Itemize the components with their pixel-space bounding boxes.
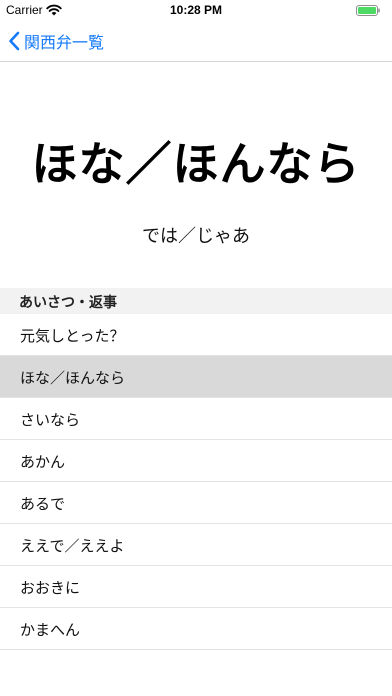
chevron-left-icon (9, 31, 20, 51)
list-item-label: あるで (20, 495, 66, 513)
list-item-label: かまへん (20, 621, 81, 639)
status-bar: Carrier 10:28 PM (0, 0, 392, 22)
list-item[interactable]: さいなら (0, 398, 392, 440)
list-item[interactable]: 元気しとった？ (0, 314, 392, 356)
list-item-label: ほな／ほんなら (20, 369, 126, 387)
phrase-meaning: では／じゃあ (142, 226, 250, 247)
list-item[interactable]: あるで (0, 482, 392, 524)
back-button-label: 関西弁一覧 (24, 33, 105, 52)
list-item[interactable]: おおきに (0, 566, 392, 608)
section-title: あいさつ・返事 (19, 295, 117, 311)
list-item[interactable]: かまへん (0, 608, 392, 650)
section-header: あいさつ・返事 (0, 288, 392, 314)
navigation-bar: 関西弁一覧 (0, 22, 392, 62)
phrase-title: ほな／ほんなら (31, 137, 361, 191)
list-item-label: おおきに (20, 579, 81, 597)
battery-full-icon (356, 5, 380, 16)
phrase-list: 元気しとった？ ほな／ほんなら さいなら あかん あるで ええで／ええよ おおき… (0, 314, 392, 650)
screen: Carrier 10:28 PM 関西弁一覧 ほな／ほんなら では／じゃあ あい… (0, 0, 392, 696)
list-item-label: 元気しとった？ (20, 327, 125, 345)
list-item[interactable]: ええで／ええよ (0, 524, 392, 566)
list-item-label: さいなら (20, 411, 81, 429)
back-button[interactable]: 関西弁一覧 (8, 28, 104, 54)
list-item-label: ええで／ええよ (20, 537, 125, 555)
list-item-label: あかん (20, 453, 66, 471)
list-item[interactable]: あかん (0, 440, 392, 482)
list-item-selected[interactable]: ほな／ほんなら (0, 356, 392, 398)
status-time: 10:28 PM (169, 3, 223, 17)
phrase-detail: ほな／ほんなら では／じゃあ (0, 62, 392, 288)
